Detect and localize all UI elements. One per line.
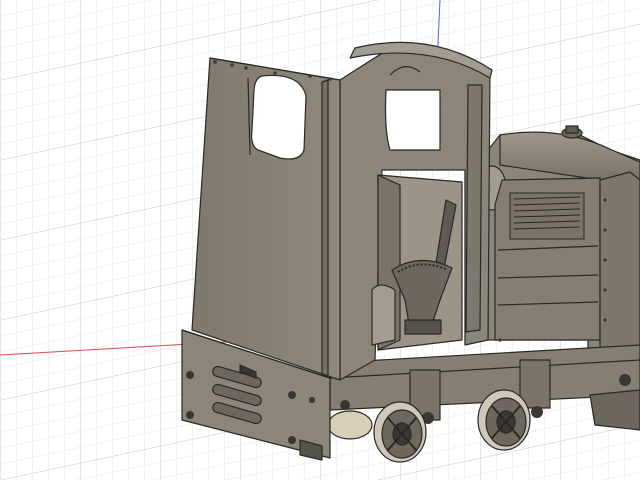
viewport-canvas[interactable]: [0, 0, 640, 480]
engine-hood[interactable]: [477, 125, 640, 361]
cab-side-window: [384, 89, 441, 151]
cab-front-panel[interactable]: [191, 57, 341, 381]
cab-front-window: [251, 74, 307, 160]
cad-viewport[interactable]: [0, 0, 640, 480]
engine-louvres: [509, 192, 585, 240]
